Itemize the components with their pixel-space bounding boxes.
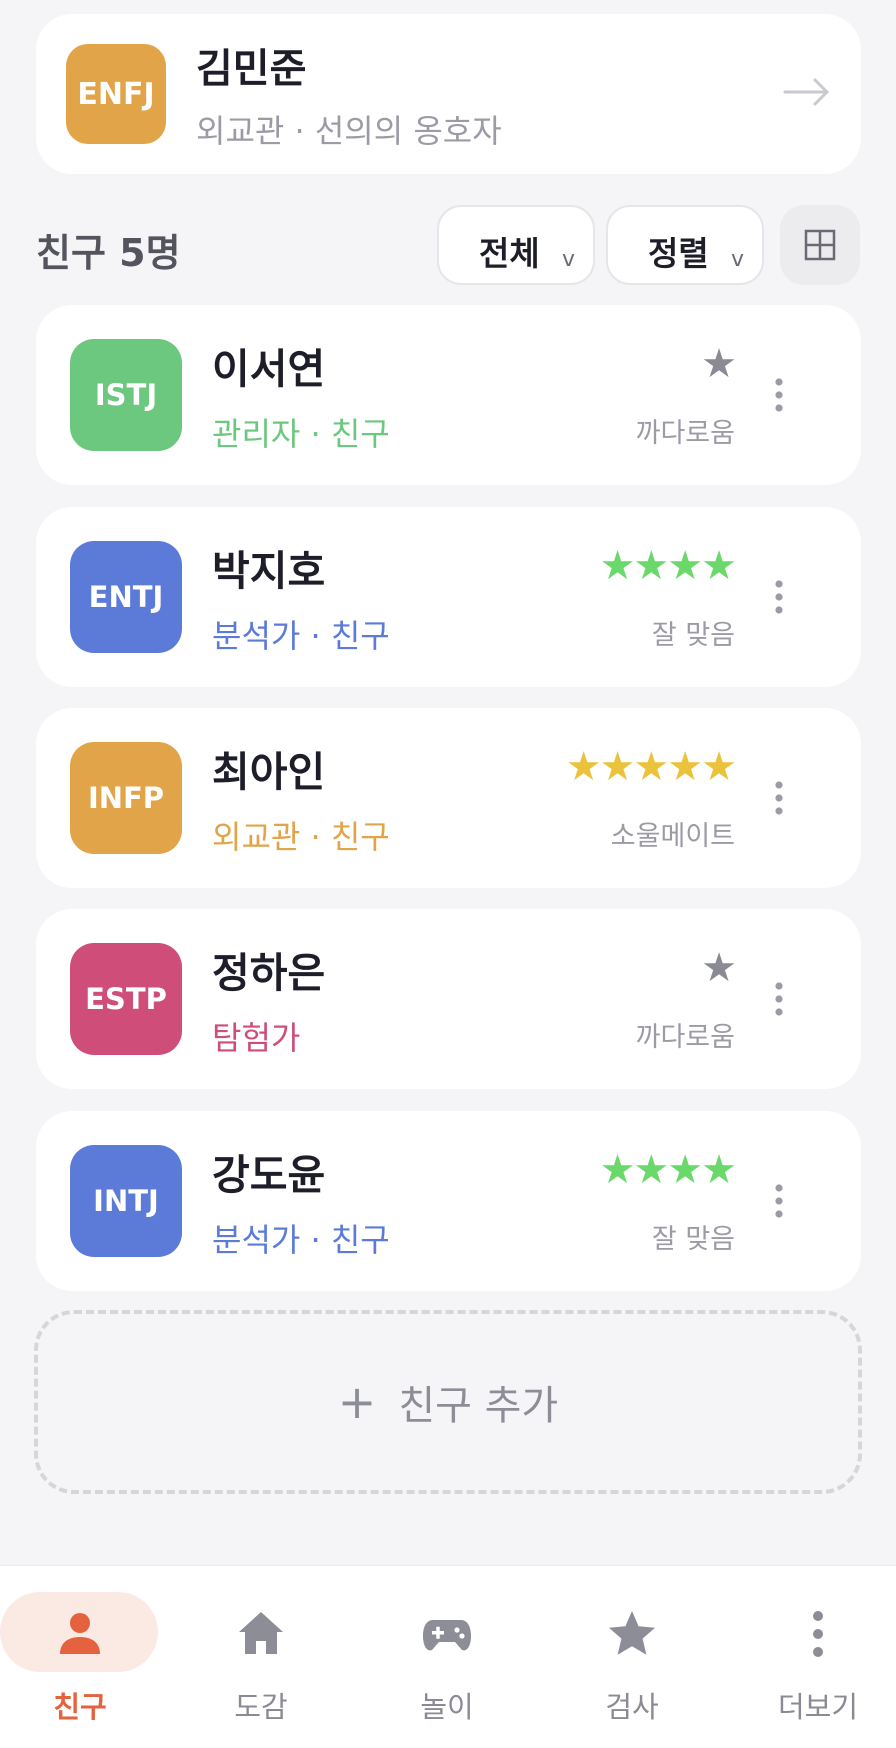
- mbti-badge: INFP: [70, 742, 182, 854]
- friend-subtitle: 탐험가: [212, 1019, 301, 1057]
- friend-card[interactable]: INFP 최아인 외교관 · 친구 ★★★★★ 소울메이트: [36, 708, 861, 888]
- nav-item-play[interactable]: 놀이: [367, 1566, 527, 1748]
- friend-name: 강도윤: [212, 1151, 326, 1199]
- profile-name: 김민준: [196, 46, 307, 92]
- compatibility-label: 잘 맞음: [651, 1224, 735, 1255]
- compatibility-label: 잘 맞음: [651, 620, 735, 651]
- my-profile-card[interactable]: ENFJ 김민준 외교관 · 선의의 옹호자: [36, 14, 861, 174]
- sort-dropdown[interactable]: 정렬 v: [606, 205, 764, 285]
- nav-label: 놀이: [420, 1690, 474, 1724]
- sort-label: 정렬: [648, 234, 709, 273]
- mbti-badge: ISTJ: [70, 339, 182, 451]
- filter-dropdown[interactable]: 전체 v: [437, 205, 595, 285]
- nav-item-more[interactable]: 더보기: [738, 1566, 896, 1748]
- mbti-badge: ESTP: [70, 943, 182, 1055]
- mbti-badge: ENTJ: [70, 541, 182, 653]
- more-options-icon[interactable]: [773, 780, 785, 816]
- more-options-icon[interactable]: [773, 1183, 785, 1219]
- gamepad-icon: [423, 1620, 471, 1651]
- nav-label: 도감: [234, 1690, 288, 1724]
- nav-label: 친구: [53, 1690, 107, 1724]
- more-options-icon[interactable]: [773, 377, 785, 413]
- friends-count: 친구 5명: [36, 231, 181, 275]
- bottom-nav: 친구 도감 놀이 검사 더보기: [0, 1565, 896, 1748]
- friend-name: 정하은: [212, 949, 326, 997]
- friend-card[interactable]: ESTP 정하은 탐험가 ★ 까다로움: [36, 909, 861, 1089]
- friend-card[interactable]: INTJ 강도윤 분석가 · 친구 ★★★★ 잘 맞음: [36, 1111, 861, 1291]
- nav-item-collection[interactable]: 도감: [181, 1566, 341, 1748]
- star-icon: [609, 1611, 655, 1655]
- add-friend-label: 친구 추가: [398, 1383, 559, 1429]
- filter-label: 전체: [479, 234, 540, 273]
- friend-subtitle: 분석가 · 친구: [212, 1221, 390, 1259]
- nav-item-friends[interactable]: 친구: [0, 1566, 160, 1748]
- add-friend-button[interactable]: + 친구 추가: [34, 1310, 862, 1494]
- arrow-right-icon[interactable]: [783, 72, 831, 112]
- more-vertical-icon: [813, 1611, 823, 1657]
- person-icon: [60, 1613, 100, 1654]
- friend-name: 최아인: [212, 748, 326, 796]
- friend-name: 박지호: [212, 547, 326, 595]
- more-options-icon[interactable]: [773, 579, 785, 615]
- friend-name: 이서연: [212, 345, 326, 393]
- nav-label: 검사: [605, 1690, 659, 1724]
- friend-subtitle: 분석가 · 친구: [212, 617, 390, 655]
- nav-item-test[interactable]: 검사: [552, 1566, 712, 1748]
- compatibility-label: 소울메이트: [610, 821, 735, 852]
- nav-label: 더보기: [777, 1690, 859, 1724]
- grid-view-button[interactable]: [780, 205, 860, 285]
- compatibility-label: 까다로움: [635, 418, 735, 449]
- compatibility-label: 까다로움: [635, 1022, 735, 1053]
- grid-view-icon: [804, 229, 836, 261]
- more-options-icon[interactable]: [773, 981, 785, 1017]
- mbti-badge: INTJ: [70, 1145, 182, 1257]
- compatibility-stars: ★★★★: [599, 543, 737, 589]
- friends-screen: ENFJ 김민준 외교관 · 선의의 옹호자 친구 5명 전체 v 정렬 v I…: [0, 0, 896, 1748]
- mbti-badge: ENFJ: [66, 44, 166, 144]
- compatibility-stars: ★: [701, 341, 737, 387]
- friend-subtitle: 외교관 · 친구: [212, 818, 390, 856]
- home-icon: [239, 1612, 283, 1654]
- profile-subtitle: 외교관 · 선의의 옹호자: [196, 112, 502, 150]
- plus-icon: +: [337, 1375, 377, 1429]
- chevron-down-icon: v: [561, 247, 575, 272]
- friend-card[interactable]: ISTJ 이서연 관리자 · 친구 ★ 까다로움: [36, 305, 861, 485]
- compatibility-stars: ★★★★★: [565, 744, 737, 790]
- chevron-down-icon: v: [730, 247, 744, 272]
- compatibility-stars: ★: [701, 945, 737, 991]
- friend-card[interactable]: ENTJ 박지호 분석가 · 친구 ★★★★ 잘 맞음: [36, 507, 861, 687]
- friend-subtitle: 관리자 · 친구: [212, 415, 390, 453]
- compatibility-stars: ★★★★: [599, 1147, 737, 1193]
